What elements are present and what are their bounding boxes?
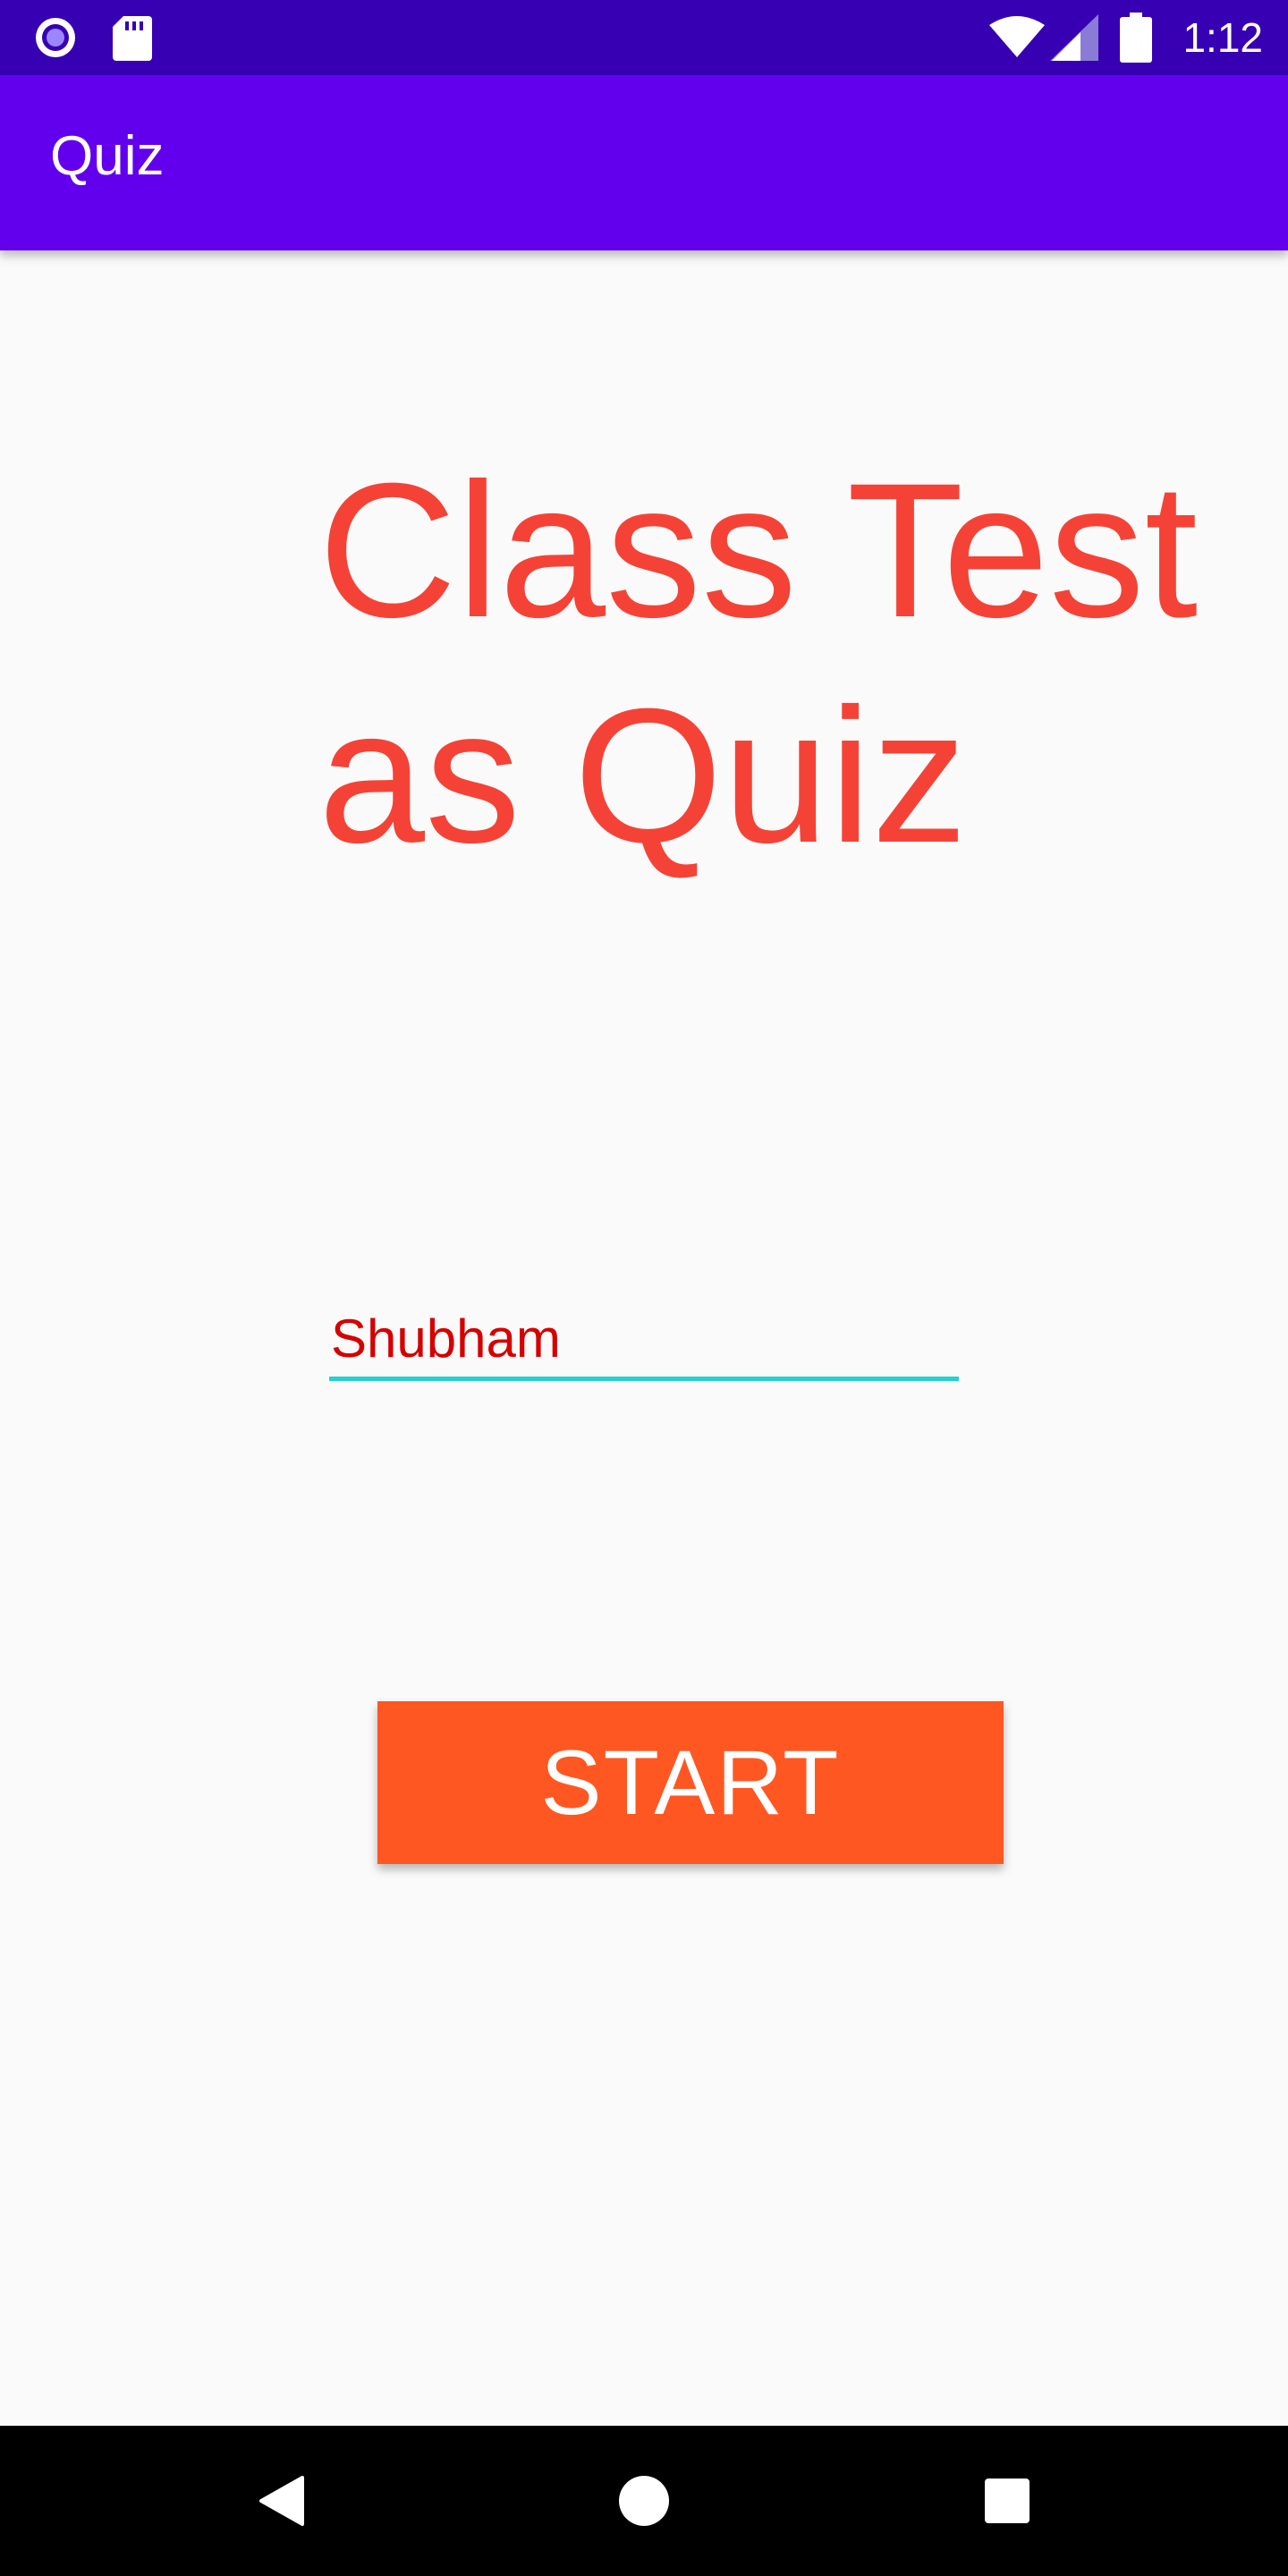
cell-signal-icon [1050,13,1098,63]
back-icon[interactable] [236,2456,326,2546]
name-input[interactable] [329,1301,959,1381]
status-time: 1:12 [1182,14,1263,61]
wifi-icon [989,13,1045,63]
navigation-bar [0,2426,1288,2576]
notification-circle-icon [30,13,80,63]
quiz-headline: Class Test as Quiz [318,444,1199,883]
home-icon[interactable] [599,2456,689,2546]
battery-icon [1120,13,1152,63]
app-bar: Quiz [0,75,1288,250]
app-title: Quiz [50,125,165,187]
recents-icon[interactable] [962,2456,1052,2546]
status-bar: 1:12 [0,0,1288,75]
sd-card-icon [107,13,157,63]
start-button[interactable]: START [377,1701,1004,1864]
